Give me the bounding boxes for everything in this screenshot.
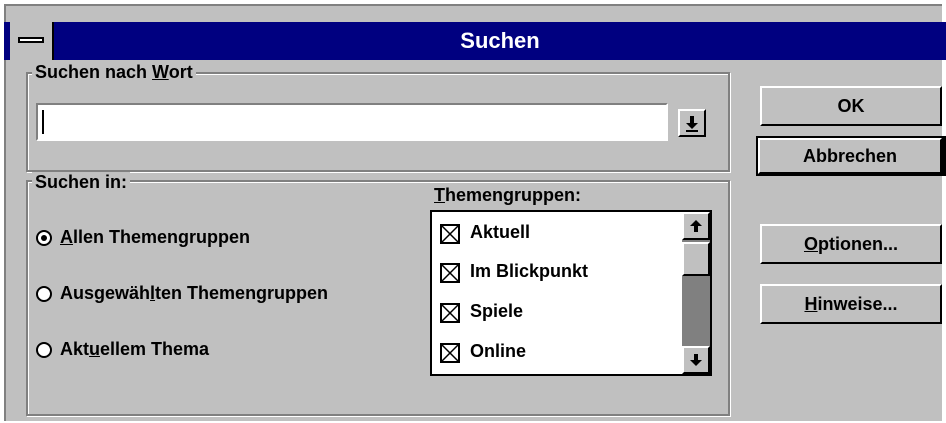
radio-current-topic[interactable] <box>36 342 52 358</box>
checkbox-checked-icon[interactable] <box>440 343 460 363</box>
scroll-down-button[interactable] <box>682 346 710 374</box>
hints-button-label: Hinweise... <box>804 294 898 314</box>
radio-selected-dot <box>41 235 47 241</box>
cancel-button-label: Abbrechen <box>802 146 898 166</box>
radio-selected-topics[interactable] <box>36 286 52 302</box>
options-button[interactable]: Optionen... <box>760 224 942 264</box>
text-caret <box>42 110 44 134</box>
system-menu-icon <box>18 37 44 43</box>
checkbox-checked-icon[interactable] <box>440 303 460 323</box>
arrow-down-icon <box>686 116 698 132</box>
list-item-label: Aktuell <box>470 222 531 242</box>
checkbox-checked-icon[interactable] <box>440 224 460 244</box>
list-item-label: Online <box>470 341 527 361</box>
options-button-label: Optionen... <box>803 234 898 254</box>
list-item[interactable]: Im Blickpunkt <box>438 261 678 287</box>
system-menu-button[interactable] <box>10 22 54 60</box>
arrow-down-icon <box>690 354 702 366</box>
radio-all-topics-label[interactable]: Allen Themengruppen <box>60 227 250 248</box>
ok-button[interactable]: OK <box>760 86 942 126</box>
list-item-label: Spiele <box>470 301 524 321</box>
arrow-up-icon <box>690 220 702 232</box>
radio-current-topic-label[interactable]: Aktuellem Thema <box>60 339 209 360</box>
window-title: Suchen <box>460 28 540 53</box>
ok-button-label: OK <box>837 96 865 116</box>
dropdown-button[interactable] <box>678 109 706 137</box>
list-item[interactable]: Aktuell <box>438 222 678 248</box>
search-input[interactable] <box>36 103 668 141</box>
radio-all-topics[interactable] <box>36 230 52 246</box>
list-item[interactable]: Spiele <box>438 301 678 327</box>
scroll-thumb[interactable] <box>682 242 710 276</box>
topics-scrollbar[interactable] <box>682 212 710 374</box>
search-in-label: Suchen in: <box>32 172 131 192</box>
hints-button[interactable]: Hinweise... <box>760 284 942 324</box>
cancel-button[interactable]: Abbrechen <box>758 138 942 174</box>
checkbox-checked-icon[interactable] <box>440 263 460 283</box>
list-item[interactable]: Online <box>438 341 678 367</box>
radio-selected-topics-label[interactable]: Ausgewählten Themengruppen <box>60 283 328 304</box>
scroll-up-button[interactable] <box>682 212 710 240</box>
list-item-label: Im Blickpunkt <box>470 261 589 281</box>
topics-label: Themengruppen: <box>434 185 582 205</box>
search-word-label: Suchen nach Wort <box>32 62 196 82</box>
